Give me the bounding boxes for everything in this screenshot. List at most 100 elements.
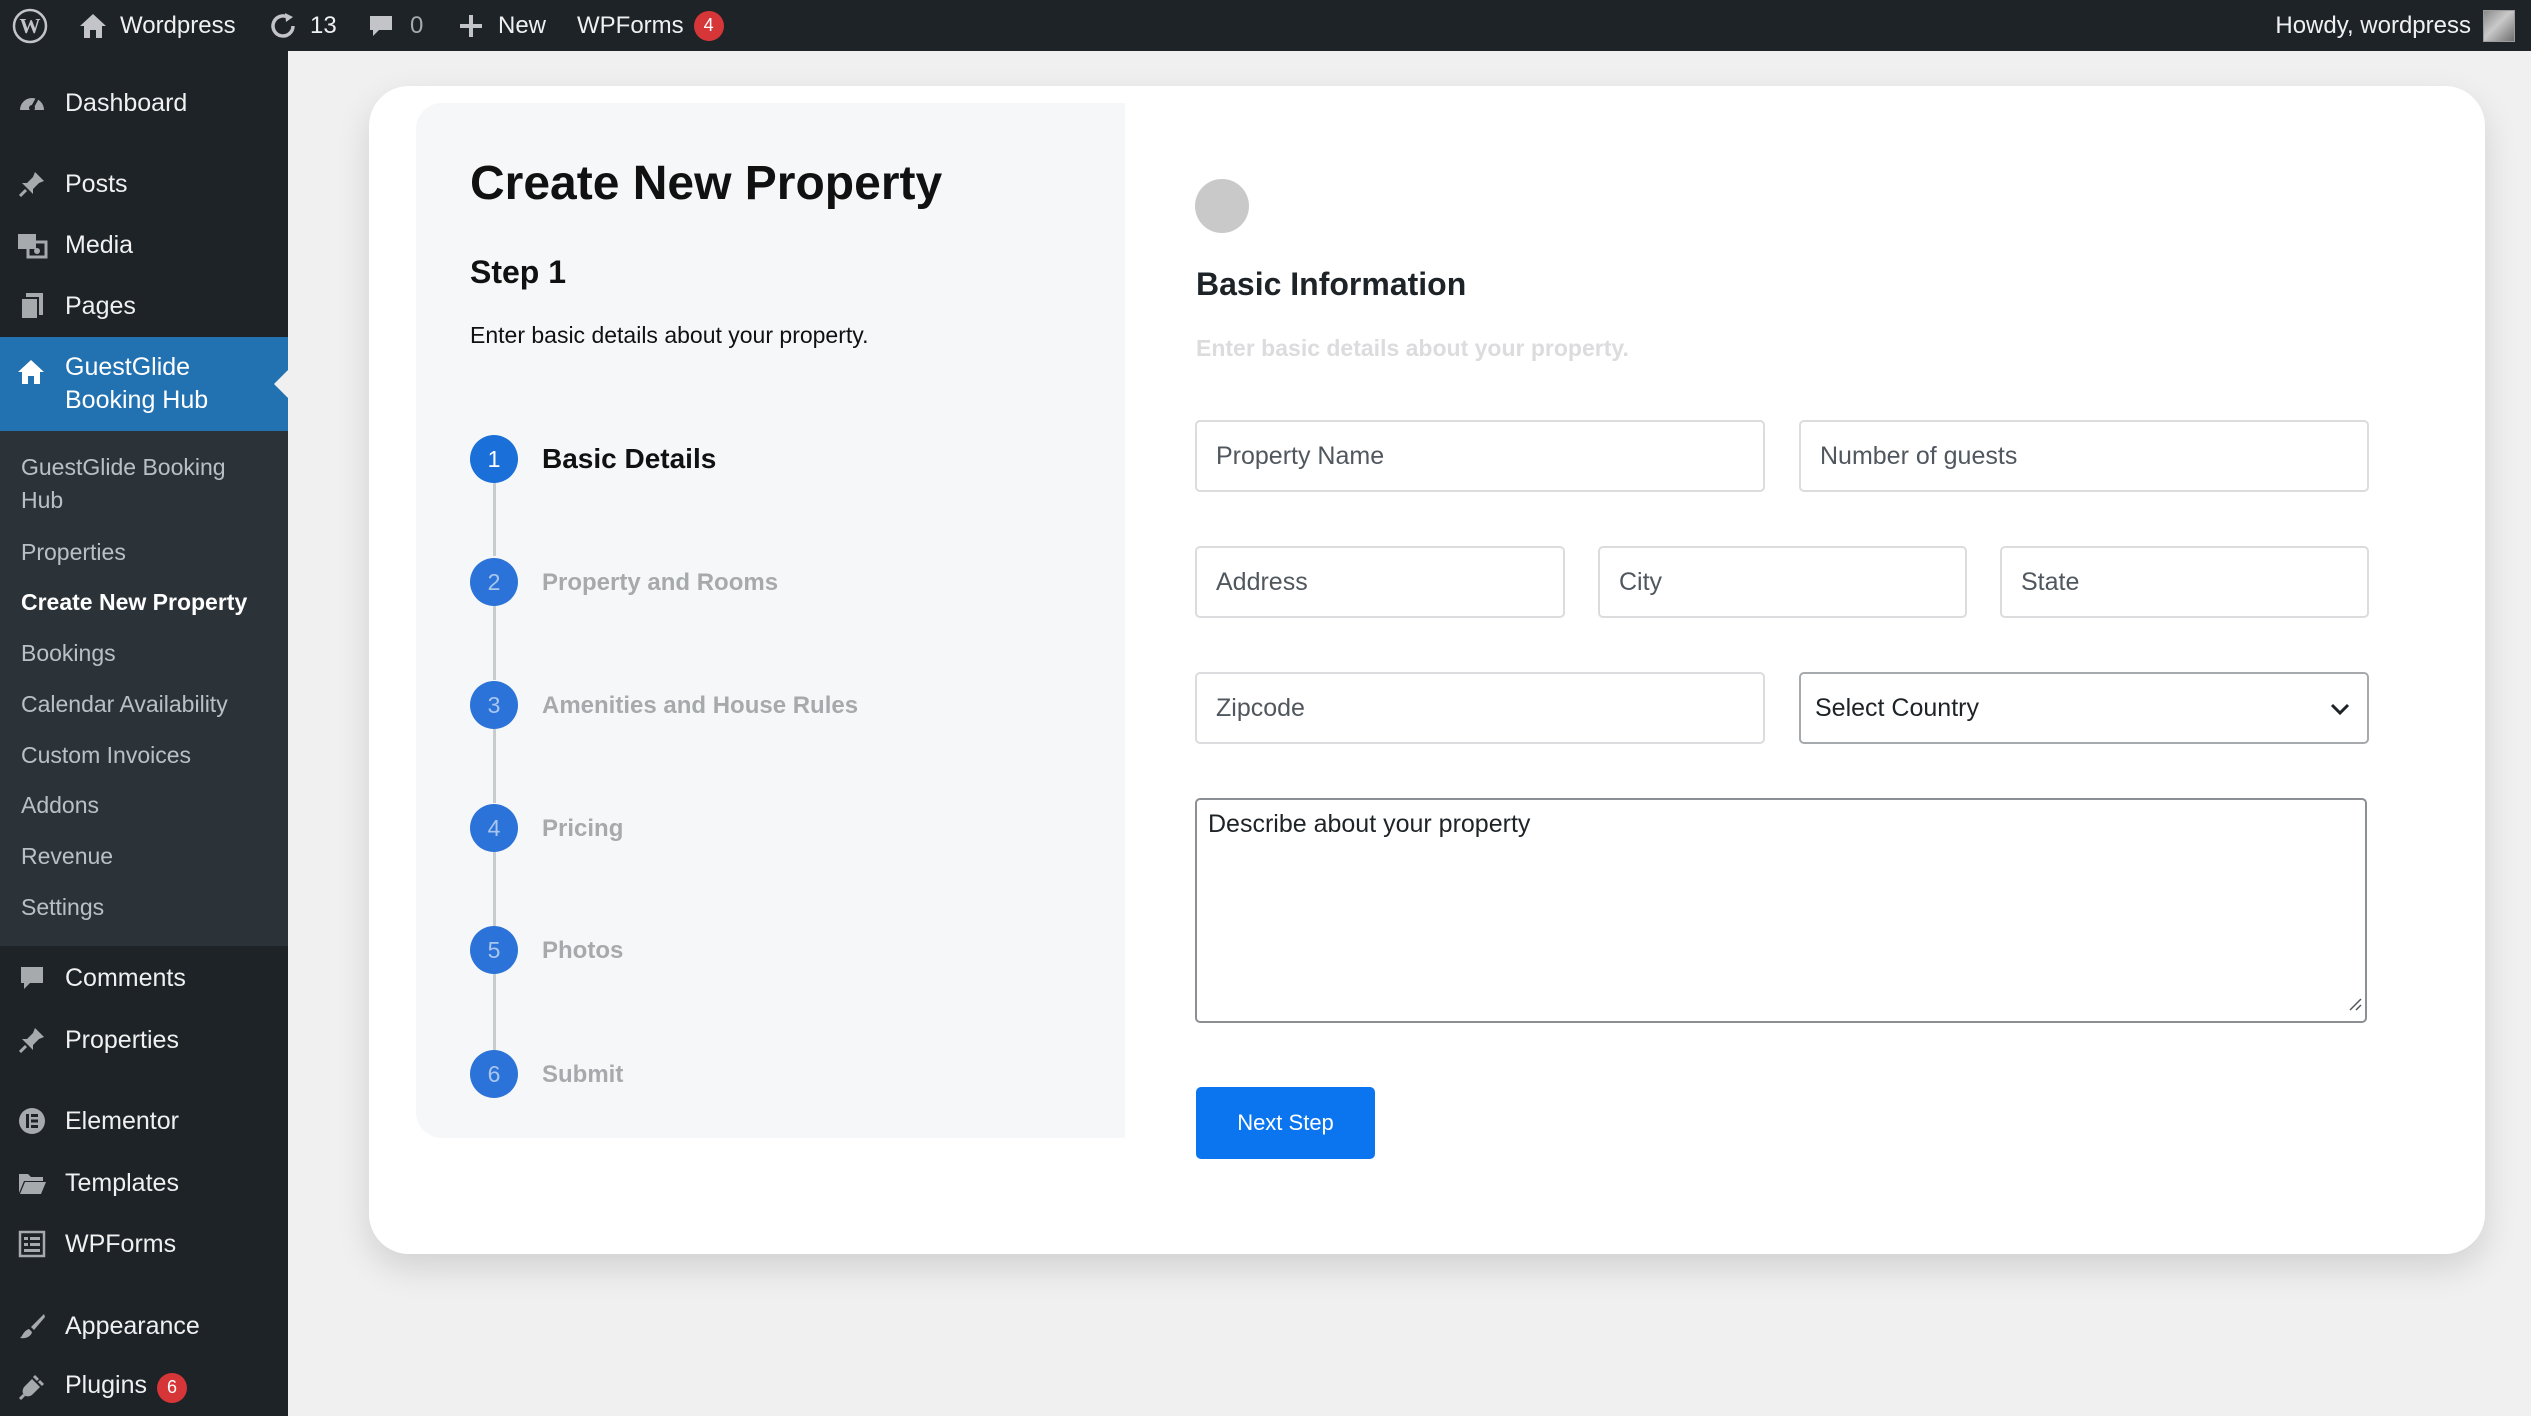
menu-comments[interactable]: Comments bbox=[0, 958, 288, 998]
chevron-down-icon bbox=[2327, 696, 2353, 729]
site-name-link[interactable]: Wordpress bbox=[78, 0, 236, 51]
comment-bubble-icon bbox=[16, 962, 48, 994]
progress-indicator-dot bbox=[1195, 179, 1249, 233]
current-menu-arrow bbox=[274, 370, 288, 398]
new-content-link[interactable]: New bbox=[458, 0, 546, 51]
submenu-item[interactable]: Settings bbox=[21, 891, 271, 924]
updates-count: 13 bbox=[310, 11, 337, 39]
step-description: Enter basic details about your property. bbox=[470, 322, 869, 348]
resize-grip-icon[interactable] bbox=[2346, 989, 2362, 1018]
step-name[interactable]: Photos bbox=[542, 937, 623, 965]
menu-dashboard[interactable]: Dashboard bbox=[0, 83, 288, 123]
updates-icon bbox=[268, 11, 298, 41]
step-number[interactable]: 1 bbox=[470, 435, 518, 483]
city-input[interactable]: City bbox=[1598, 546, 1967, 618]
submenu-item[interactable]: Properties bbox=[21, 536, 271, 569]
country-select[interactable]: Select Country bbox=[1799, 672, 2369, 744]
wordpress-logo-icon[interactable]: W bbox=[12, 0, 48, 51]
home-icon bbox=[78, 12, 108, 40]
menu-label: Properties bbox=[65, 1025, 179, 1054]
plug-icon bbox=[16, 1371, 48, 1403]
menu-label: Dashboard bbox=[65, 88, 188, 117]
plugins-badge: 6 bbox=[157, 1372, 187, 1403]
step-number[interactable]: 3 bbox=[470, 681, 518, 729]
step-number[interactable]: 2 bbox=[470, 558, 518, 606]
menu-templates[interactable]: Templates bbox=[0, 1163, 288, 1203]
brush-icon bbox=[16, 1310, 48, 1342]
menu-label: Media bbox=[65, 230, 134, 259]
comments-link[interactable]: 0 bbox=[368, 0, 423, 51]
menu-pages[interactable]: Pages bbox=[0, 286, 288, 326]
pin-icon bbox=[16, 1024, 48, 1056]
folder-icon bbox=[16, 1167, 48, 1199]
state-input[interactable]: State bbox=[2000, 546, 2369, 618]
property-name-input[interactable]: Property Name bbox=[1195, 420, 1765, 492]
number-of-guests-input[interactable]: Number of guests bbox=[1799, 420, 2369, 492]
input-placeholder: State bbox=[2021, 567, 2080, 596]
input-placeholder: City bbox=[1619, 567, 1663, 596]
admin-sidebar: Dashboard Posts Media Pages GuestGlide B… bbox=[0, 51, 288, 1416]
wpforms-link[interactable]: WPForms 4 bbox=[577, 0, 724, 51]
wpforms-label: WPForms bbox=[577, 11, 684, 39]
step-label: Step 1 bbox=[470, 254, 567, 290]
admin-bar: W Wordpress 13 0 New WPForms 4 Howdy, wo… bbox=[0, 0, 2531, 51]
plus-icon bbox=[458, 13, 484, 39]
step-name-active[interactable]: Basic Details bbox=[542, 443, 716, 475]
step-connector bbox=[493, 974, 496, 1050]
submenu-item-current[interactable]: Create New Property bbox=[21, 586, 271, 619]
next-step-button[interactable]: Next Step bbox=[1196, 1087, 1375, 1159]
form-icon bbox=[16, 1228, 48, 1260]
menu-guestglide-booking-hub[interactable]: GuestGlide Booking Hub bbox=[0, 337, 288, 431]
step-connector bbox=[493, 729, 496, 803]
plugins-label: Plugins bbox=[65, 1371, 147, 1400]
my-account-link[interactable]: Howdy, wordpress bbox=[2275, 0, 2515, 51]
address-input[interactable]: Address bbox=[1195, 546, 1565, 618]
input-placeholder: Address bbox=[1216, 567, 1308, 596]
step-number[interactable]: 5 bbox=[470, 926, 518, 974]
greeting: Howdy, wordpress bbox=[2275, 11, 2471, 39]
pages-icon bbox=[16, 290, 48, 322]
step-name[interactable]: Submit bbox=[542, 1061, 623, 1089]
menu-properties[interactable]: Properties bbox=[0, 1020, 288, 1060]
input-placeholder: Zipcode bbox=[1216, 693, 1305, 722]
menu-label: Posts bbox=[65, 169, 128, 198]
submenu-item[interactable]: Revenue bbox=[21, 840, 271, 873]
new-label: New bbox=[498, 11, 547, 39]
description-textarea[interactable]: Describe about your property bbox=[1195, 798, 2367, 1023]
menu-plugins[interactable]: Plugins 6 bbox=[0, 1367, 288, 1407]
menu-wpforms[interactable]: WPForms bbox=[0, 1224, 288, 1264]
menu-label: Templates bbox=[65, 1168, 179, 1197]
submenu-item[interactable]: Custom Invoices bbox=[21, 739, 271, 772]
zipcode-input[interactable]: Zipcode bbox=[1195, 672, 1765, 744]
menu-label: Plugins 6 bbox=[65, 1371, 187, 1403]
step-number[interactable]: 6 bbox=[470, 1050, 518, 1098]
guestglide-submenu: GuestGlide Booking Hub Properties Create… bbox=[0, 431, 288, 946]
step-name[interactable]: Property and Rooms bbox=[542, 569, 778, 597]
menu-label: Elementor bbox=[65, 1106, 179, 1135]
elementor-icon bbox=[16, 1105, 48, 1137]
step-connector bbox=[493, 852, 496, 926]
dashboard-icon bbox=[16, 87, 48, 119]
menu-label: WPForms bbox=[65, 1229, 177, 1258]
step-name[interactable]: Pricing bbox=[542, 815, 623, 843]
comments-icon bbox=[368, 13, 394, 39]
menu-posts[interactable]: Posts bbox=[0, 164, 288, 204]
submenu-item[interactable]: Addons bbox=[21, 789, 271, 822]
submenu-item[interactable]: Bookings bbox=[21, 637, 271, 670]
input-placeholder: Number of guests bbox=[1820, 441, 2018, 470]
menu-appearance[interactable]: Appearance bbox=[0, 1306, 288, 1346]
page-title: Create New Property bbox=[470, 157, 943, 210]
submenu-item[interactable]: GuestGlide Booking Hub bbox=[21, 451, 271, 517]
updates-link[interactable]: 13 bbox=[268, 0, 337, 51]
house-icon bbox=[16, 357, 46, 392]
input-placeholder: Property Name bbox=[1216, 441, 1385, 470]
pin-icon bbox=[16, 168, 48, 200]
menu-elementor[interactable]: Elementor bbox=[0, 1101, 288, 1141]
step-number[interactable]: 4 bbox=[470, 804, 518, 852]
step-name[interactable]: Amenities and House Rules bbox=[542, 692, 858, 720]
avatar bbox=[2483, 9, 2515, 42]
submenu-item[interactable]: Calendar Availability bbox=[21, 688, 271, 721]
step-connector bbox=[493, 482, 496, 556]
media-icon bbox=[16, 229, 48, 261]
menu-media[interactable]: Media bbox=[0, 225, 288, 265]
